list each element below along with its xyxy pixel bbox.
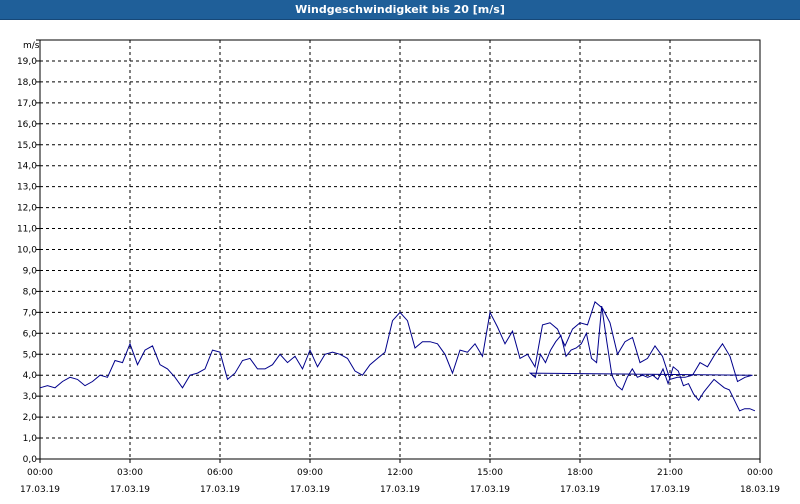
- x-tick-time: 00:00: [747, 468, 773, 478]
- x-tick-date: 17.03.19: [290, 485, 330, 495]
- y-tick-label: 8,0: [23, 287, 38, 297]
- x-tick-time: 00:00: [27, 468, 53, 478]
- x-tick-date: 18.03.19: [740, 485, 780, 495]
- x-tick-time: 09:00: [297, 468, 323, 478]
- y-tick-label: 0,0: [23, 455, 38, 465]
- x-tick-time: 15:00: [477, 468, 503, 478]
- x-tick-labels: 00:00 17.03.19 03:00 17.03.19 06:00 17.03.19 0…: [20, 468, 780, 495]
- y-tick-label: 4,0: [23, 371, 38, 381]
- y-tick-label: 15,0: [17, 141, 37, 151]
- grid-lines: [40, 40, 760, 459]
- y-axis-unit: m/s: [23, 41, 40, 51]
- y-tick-label: 13,0: [17, 183, 37, 193]
- x-tick-time: 12:00: [387, 468, 413, 478]
- wind-speed-line: [39, 301, 756, 412]
- x-tick-date: 17.03.19: [200, 485, 240, 495]
- y-tick-label: 1,0: [23, 434, 38, 444]
- y-tick-label: 9,0: [23, 266, 38, 276]
- x-tick-date: 17.03.19: [650, 485, 690, 495]
- y-tick-label: 10,0: [17, 246, 37, 256]
- chart-area: 0,0 1,0 2,0 3,0 4,0 5,0 6,0 7,0 8,0 9,0 10,0 11,0 12…: [0, 20, 800, 500]
- y-tick-label: 17,0: [17, 99, 37, 109]
- x-tick-time: 03:00: [117, 468, 143, 478]
- y-tick-label: 18,0: [17, 78, 37, 88]
- y-tick-label: 19,0: [17, 57, 37, 67]
- x-tick-date: 17.03.19: [380, 485, 420, 495]
- x-tick-date: 17.03.19: [110, 485, 150, 495]
- y-tick-label: 12,0: [17, 204, 37, 214]
- y-tick-label: 2,0: [23, 413, 38, 423]
- y-tick-labels: 0,0 1,0 2,0 3,0 4,0 5,0 6,0 7,0 8,0 9,0 10,0 11,0 12…: [17, 57, 37, 465]
- x-tick-time: 21:00: [657, 468, 683, 478]
- y-tick-label: 7,0: [23, 308, 38, 318]
- y-tick-label: 6,0: [23, 329, 38, 339]
- y-tick-label: 5,0: [23, 350, 38, 360]
- x-tick-date: 17.03.19: [470, 485, 510, 495]
- x-tick-time: 06:00: [207, 468, 233, 478]
- wind-speed-chart: 0,0 1,0 2,0 3,0 4,0 5,0 6,0 7,0 8,0 9,0 10,0 11,0 12…: [17, 39, 780, 495]
- y-tick-label: 16,0: [17, 120, 37, 130]
- x-tick-date: 17.03.19: [20, 485, 60, 495]
- y-tick-label: 11,0: [17, 225, 37, 235]
- y-tick-label: 14,0: [17, 162, 37, 172]
- x-tick-date: 17.03.19: [560, 485, 600, 495]
- axes: [36, 39, 761, 463]
- x-tick-time: 18:00: [567, 468, 593, 478]
- chart-title: Windgeschwindigkeit bis 20 [m/s]: [0, 0, 800, 20]
- y-tick-label: 3,0: [23, 392, 38, 402]
